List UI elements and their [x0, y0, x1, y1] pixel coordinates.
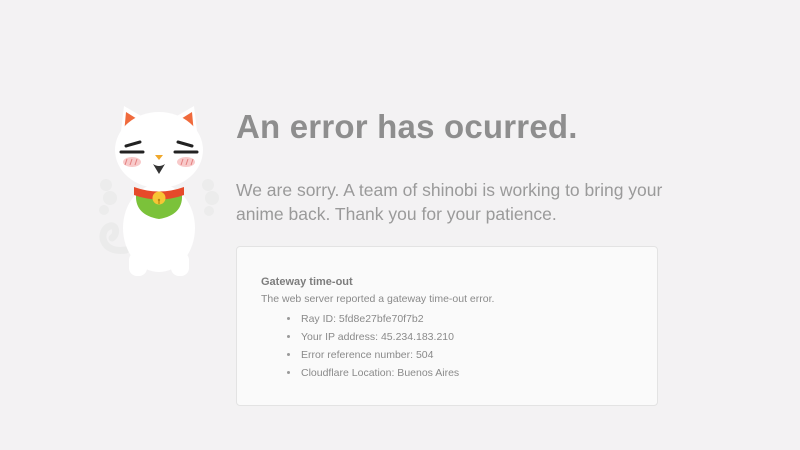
error-heading: Gateway time-out: [261, 276, 353, 288]
detail-ip-address-text: Your IP address: 45.234.183.210: [301, 331, 454, 343]
detail-error-reference: Error reference number: 504: [287, 346, 633, 364]
detail-cloudflare-location: Cloudflare Location: Buenos Aires: [287, 364, 633, 382]
mascot-bell: [152, 191, 166, 205]
mascot-tail: [99, 222, 130, 254]
error-details-list: Ray ID: 5fd8e27bfe70f7b2 Your IP address…: [261, 310, 633, 382]
apology-message: We are sorry. A team of shinobi is worki…: [236, 180, 663, 224]
page-title: An error has ocurred.: [236, 108, 578, 145]
bullet-icon: [287, 317, 290, 320]
detail-cloudflare-location-text: Cloudflare Location: Buenos Aires: [301, 367, 460, 379]
lucky-cat-mascot-icon: [99, 106, 219, 276]
detail-ray-id-text: Ray ID: 5fd8e27bfe70f7b2: [301, 313, 424, 325]
bullet-icon: [287, 353, 290, 356]
mascot-head: [115, 112, 203, 188]
bullet-icon: [287, 335, 290, 338]
detail-ip-address: Your IP address: 45.234.183.210: [287, 328, 633, 346]
mascot-leg-left: [129, 252, 147, 276]
mascot-leg-right: [171, 252, 189, 276]
bullet-icon: [287, 371, 290, 374]
error-page: An error has ocurred. We are sorry. A te…: [0, 0, 800, 450]
detail-ray-id: Ray ID: 5fd8e27bfe70f7b2: [287, 310, 633, 328]
error-content: An error has ocurred. We are sorry. A te…: [236, 106, 676, 226]
detail-error-reference-text: Error reference number: 504: [301, 349, 434, 361]
error-details-box: Gateway time-out The web server reported…: [236, 246, 658, 406]
error-description: The web server reported a gateway time-o…: [261, 293, 495, 305]
